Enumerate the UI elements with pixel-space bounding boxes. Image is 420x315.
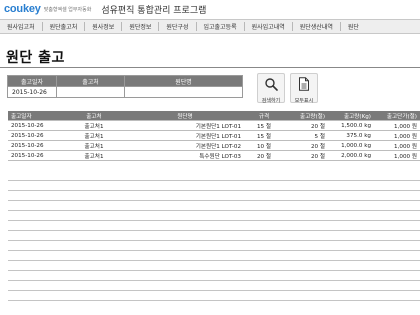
date-field[interactable]: 2015-10-26 <box>7 86 57 98</box>
empty-row <box>8 271 420 281</box>
cell-qty-kg: 2,000.0 kg <box>341 152 371 159</box>
table-row[interactable]: 2015-10-26 출고처1 기본원단1 LOT-01 15 절 20 절 1… <box>8 121 420 131</box>
cell-qty-count: 5 절 <box>314 133 325 140</box>
empty-row <box>8 181 420 191</box>
search-button-label: 검색하기 <box>261 98 281 104</box>
table-header-row: 출고일자 출고처 원단명 규격 출고량(절) 출고량(Kg) 출고단가(절) <box>8 111 420 121</box>
cell-qty-kg: 1,500.0 kg <box>341 122 371 129</box>
app-title: 섬유편직 통합관리 프로그램 <box>101 5 207 16</box>
cell-spec: 15 절 <box>256 123 272 130</box>
cell-qty-kg: 375.0 kg <box>346 132 371 139</box>
column-header-customer: 출고처 <box>86 113 102 120</box>
empty-row <box>8 251 420 261</box>
table-row[interactable]: 2015-10-26 출고처1 기본원단1 LOT-01 15 절 5 절 37… <box>8 131 420 141</box>
cell-customer: 출고처1 <box>84 153 104 160</box>
document-icon <box>298 76 310 95</box>
column-header-fabric: 원단명 <box>177 113 193 120</box>
cell-fabric: 기본원단1 LOT-02 <box>195 143 241 150</box>
nav-item-fabric-customer[interactable]: 원단출고처 <box>43 22 85 31</box>
cell-date: 2015-10-26 <box>11 142 44 149</box>
column-header-qty-kg: 출고량(Kg) <box>343 113 371 120</box>
empty-row <box>8 191 420 201</box>
table-row[interactable]: 2015-10-26 출고처1 특수원단 LOT-03 20 절 20 절 2,… <box>8 151 420 161</box>
cell-customer: 출고처1 <box>84 133 104 140</box>
empty-row <box>8 171 420 181</box>
column-header-spec: 규격 <box>258 113 270 120</box>
fabric-name-field[interactable] <box>124 86 243 98</box>
show-all-button[interactable]: 모두표시 <box>290 73 318 104</box>
empty-row <box>8 241 420 251</box>
nav-item-in-out-registration[interactable]: 입고출고등록 <box>197 22 244 31</box>
nav-item-fabric-info[interactable]: 원단정보 <box>122 22 158 31</box>
nav-item-fabric-production-history[interactable]: 원단생산내역 <box>293 22 340 31</box>
logo-subtitle: 맞춤형엑셀 업무자동화 <box>43 6 92 13</box>
cell-customer: 출고처1 <box>84 123 104 130</box>
nav-item-fabric-composition[interactable]: 원단구성 <box>159 22 195 31</box>
cell-spec: 20 절 <box>256 153 272 160</box>
cell-qty-count: 20 절 <box>310 143 325 150</box>
logo: coukey <box>4 3 41 15</box>
cell-fabric: 특수원단 LOT-03 <box>199 153 241 160</box>
show-all-button-label: 모두표시 <box>294 98 314 104</box>
cell-fabric: 기본원단1 LOT-01 <box>195 123 241 130</box>
empty-row <box>8 231 420 241</box>
cell-spec: 15 절 <box>256 133 272 140</box>
cell-date: 2015-10-26 <box>11 122 44 129</box>
empty-row <box>8 221 420 231</box>
column-header-date: 출고일자 <box>11 113 32 120</box>
cell-date: 2015-10-26 <box>11 152 44 159</box>
title-divider <box>0 67 420 68</box>
nav-item-yarn-supplier[interactable]: 원사입고처 <box>0 22 42 31</box>
column-header-qty-count: 출고량(절) <box>300 113 325 120</box>
shipment-table: 출고일자 출고처 원단명 규격 출고량(절) 출고량(Kg) 출고단가(절) 2… <box>8 111 420 161</box>
cell-spec: 10 절 <box>256 143 272 150</box>
cell-qty-count: 20 절 <box>310 153 325 160</box>
cell-fabric: 기본원단1 LOT-01 <box>195 133 241 140</box>
cell-unit-price: 1,000 원 <box>394 153 417 160</box>
empty-row <box>8 291 420 301</box>
column-header-unit-price: 출고단가(절) <box>386 113 417 120</box>
app-header: coukey 맞춤형엑셀 업무자동화 섬유편직 통합관리 프로그램 <box>0 0 420 18</box>
table-row[interactable]: 2015-10-26 출고처1 기본원단1 LOT-02 10 절 20 절 1… <box>8 141 420 151</box>
cell-qty-kg: 1,000.0 kg <box>341 142 371 149</box>
cell-qty-count: 20 절 <box>310 123 325 130</box>
empty-row <box>8 261 420 271</box>
nav-bar: 원사입고처 원단출고처 원사정보 원단정보 원단구성 입고출고등록 원사입고내역… <box>0 19 420 34</box>
empty-row <box>8 211 420 221</box>
search-button[interactable]: 검색하기 <box>257 73 285 104</box>
cell-unit-price: 1,000 원 <box>394 123 417 130</box>
page-title: 원단 출고 <box>6 50 65 66</box>
empty-row <box>8 281 420 291</box>
empty-table-area <box>8 171 420 301</box>
search-form: 출고일자 출고처 원단명 2015-10-26 <box>7 75 243 98</box>
nav-item-yarn-info[interactable]: 원사정보 <box>85 22 121 31</box>
magnifier-icon <box>264 76 278 95</box>
cell-unit-price: 1,000 원 <box>394 143 417 150</box>
nav-item-fabric[interactable]: 원단 <box>341 22 366 31</box>
cell-date: 2015-10-26 <box>11 132 44 139</box>
cell-unit-price: 1,000 원 <box>394 133 417 140</box>
customer-field[interactable] <box>56 86 125 98</box>
nav-item-yarn-receipt-history[interactable]: 원사입고내역 <box>245 22 292 31</box>
cell-customer: 출고처1 <box>84 143 104 150</box>
empty-row <box>8 201 420 211</box>
